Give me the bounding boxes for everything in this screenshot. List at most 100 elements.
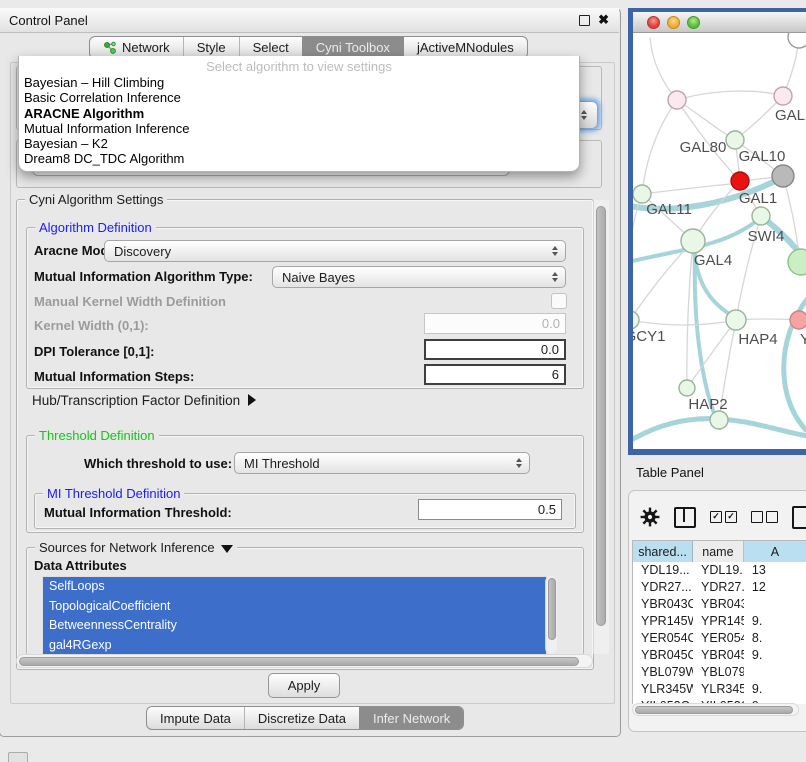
table-cell: YLR345W xyxy=(633,681,693,698)
tab-style[interactable]: Style xyxy=(183,37,239,58)
column-header[interactable]: shared... xyxy=(633,541,693,562)
close-traffic-light-icon[interactable] xyxy=(647,16,660,29)
network-node-green-right[interactable] xyxy=(788,249,806,275)
dropdown-item[interactable]: Bayesian – K2 xyxy=(19,136,579,151)
attribute-item[interactable]: gal4RGexp xyxy=(43,636,546,656)
close-icon[interactable]: ✖ xyxy=(598,15,609,25)
attribute-item[interactable]: TopologicalCoefficient xyxy=(43,597,546,617)
mi-steps-field[interactable]: 6 xyxy=(424,364,566,385)
gear-icon[interactable] xyxy=(640,507,660,527)
table-cell: YPR145W xyxy=(693,613,744,630)
network-node-pink-top[interactable] xyxy=(774,87,792,105)
tab-impute-data[interactable]: Impute Data xyxy=(147,707,244,729)
network-node-SWI4[interactable] xyxy=(752,207,770,225)
network-window-titlebar[interactable] xyxy=(633,12,806,33)
aracne-mode-combo[interactable]: Discovery xyxy=(104,240,566,262)
tab-network[interactable]: Network xyxy=(90,37,183,58)
dropdown-item[interactable]: Dream8 DC_TDC Algorithm xyxy=(19,151,579,166)
table-h-scrollbar[interactable] xyxy=(632,703,799,716)
network-edge xyxy=(687,320,736,388)
mi-threshold-field[interactable]: 0.5 xyxy=(418,499,562,520)
unchecked-boxes-icon[interactable] xyxy=(751,511,778,523)
network-node-GAL10[interactable] xyxy=(726,131,744,149)
node-label: GCY1 xyxy=(633,328,665,345)
column-header[interactable]: name xyxy=(693,541,744,562)
table-cell: 9. xyxy=(744,613,806,630)
network-node-GAL80[interactable] xyxy=(668,91,686,109)
table-row[interactable]: YDL19...YDL19...13 xyxy=(633,562,806,579)
bottom-left-window-chip[interactable] xyxy=(8,752,28,762)
hub-definition-label: Hub/Transcription Factor Definition xyxy=(32,393,240,408)
table-cell: YBR045C xyxy=(633,647,693,664)
attribute-item[interactable]: BetweennessCentrality xyxy=(43,616,546,636)
float-window-icon[interactable] xyxy=(579,15,590,26)
settings-h-scrollbar[interactable] xyxy=(16,654,593,668)
column-header[interactable]: A xyxy=(744,541,806,562)
table-row[interactable]: YBR043CYBR043C xyxy=(633,596,806,613)
network-node-GAL4[interactable] xyxy=(681,229,705,253)
network-edge xyxy=(687,241,693,388)
mi-threshold-value: 0.5 xyxy=(538,502,556,517)
network-node-gray-node[interactable] xyxy=(772,165,794,187)
dropdown-item[interactable]: Bayesian – Hill Climbing xyxy=(19,75,579,90)
dpi-tolerance-value: 0.0 xyxy=(541,342,559,357)
table-row[interactable]: YBL079WYBL079W xyxy=(633,664,806,681)
screenshot-root: Control Panel ✖ NetworkStyleSelectCyni T… xyxy=(0,0,806,762)
tab-select[interactable]: Select xyxy=(239,37,302,58)
table-row[interactable]: YBR045CYBR045C9. xyxy=(633,647,806,664)
attribute-item[interactable]: SelfLoops xyxy=(43,577,546,597)
split-columns-icon[interactable] xyxy=(674,507,696,528)
network-node-bottom-node[interactable] xyxy=(710,411,728,429)
table-row[interactable]: YPR145WYPR145W9. xyxy=(633,613,806,630)
threshold-definition-title: Threshold Definition xyxy=(35,428,159,443)
network-node-GCY1[interactable] xyxy=(633,311,639,329)
which-threshold-combo[interactable]: MI Threshold xyxy=(234,452,530,474)
table-cell: YBL079W xyxy=(693,664,744,681)
table-row[interactable]: YER054CYER054C8. xyxy=(633,630,806,647)
tab-infer-network[interactable]: Infer Network xyxy=(359,707,463,729)
settings-scrollbar[interactable] xyxy=(593,200,609,654)
tab-cyni-toolbox[interactable]: Cyni Toolbox xyxy=(302,37,403,58)
network-node-HAP2[interactable] xyxy=(679,380,695,396)
zoom-traffic-light-icon[interactable] xyxy=(687,16,700,29)
table-cell: YBR043C xyxy=(693,596,744,613)
tab-discretize-data[interactable]: Discretize Data xyxy=(244,707,359,729)
manual-kernel-checkbox[interactable] xyxy=(551,293,567,309)
tab-jactivemnodules[interactable]: jActiveMNodules xyxy=(403,37,527,58)
network-edge xyxy=(642,183,740,194)
network-node-salmon-right[interactable] xyxy=(790,311,806,329)
table-row[interactable]: YLR345WYLR345W9. xyxy=(633,681,806,698)
node-label: GAL11 xyxy=(646,201,692,218)
algorithm-dropdown-popup: Select algorithm to view settings Bayesi… xyxy=(18,56,580,172)
node-label: GAL80 xyxy=(680,139,727,156)
node-label: GAL xyxy=(775,107,805,124)
attributes-list-scrollbar[interactable] xyxy=(545,576,557,654)
network-canvas[interactable]: GALGAL80GAL10GAL1GAL11SWI4GAL4GCY1HAP4YH… xyxy=(633,33,806,449)
network-node-partial-top[interactable] xyxy=(788,33,806,48)
table-cell: 9. xyxy=(744,647,806,664)
table-cell: YBR045C xyxy=(693,647,744,664)
mi-type-combo[interactable]: Naive Bayes xyxy=(272,266,566,288)
apply-button[interactable]: Apply xyxy=(268,673,340,698)
table-cell: 13 xyxy=(744,562,806,579)
minimize-traffic-light-icon[interactable] xyxy=(667,16,680,29)
table-row[interactable]: YDR27...YDR27...12 xyxy=(633,579,806,596)
mi-threshold-group-title: MI Threshold Definition xyxy=(43,486,184,501)
settings-group-title: Cyni Algorithm Settings xyxy=(25,192,167,207)
document-icon[interactable] xyxy=(792,506,806,529)
dropdown-item[interactable]: Mutual Information Inference xyxy=(19,121,579,136)
kernel-width-field[interactable]: 0.0 xyxy=(424,313,566,334)
checked-boxes-icon[interactable]: ✓✓ xyxy=(710,511,737,523)
table-cell: YDL19... xyxy=(633,562,693,579)
sources-group-title[interactable]: Sources for Network Inference xyxy=(35,540,237,555)
table-cell: YBR043C xyxy=(633,596,693,613)
dpi-tolerance-field[interactable]: 0.0 xyxy=(424,339,566,360)
network-node-HAP4[interactable] xyxy=(726,310,746,330)
which-threshold-label: Which threshold to use: xyxy=(84,456,232,471)
hub-definition-expander[interactable]: Hub/Transcription Factor Definition xyxy=(32,393,256,408)
node-label: Y xyxy=(800,331,806,348)
dropdown-item[interactable]: ARACNE Algorithm xyxy=(19,106,579,121)
node-table: shared...nameAYDL19...YDL19...13YDR27...… xyxy=(632,540,806,704)
dropdown-item[interactable]: Basic Correlation Inference xyxy=(19,90,579,105)
network-node-red-node[interactable] xyxy=(731,172,749,190)
